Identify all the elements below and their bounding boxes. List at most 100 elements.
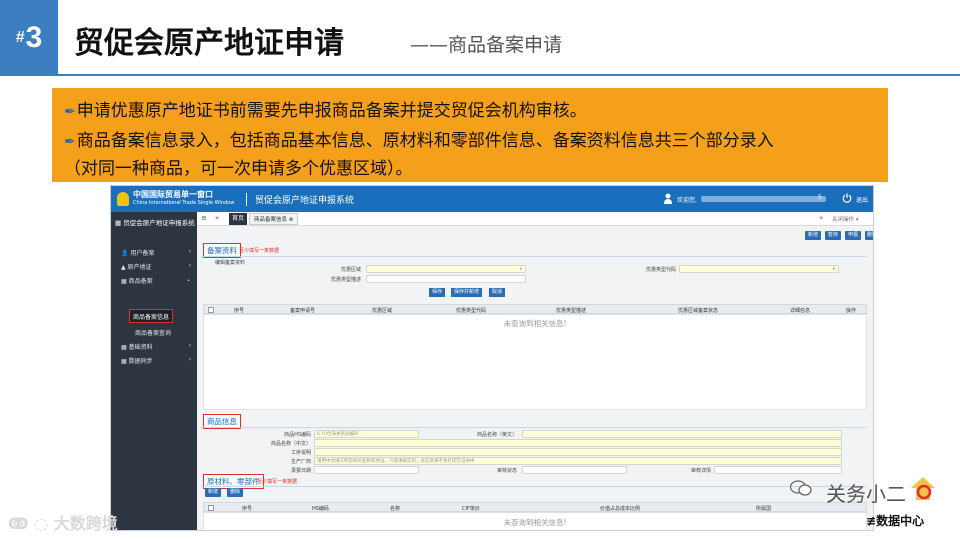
column-header: 优惠区域备案状态: [678, 308, 719, 314]
brand-logo-icon: [911, 477, 935, 500]
audit-status-field: [522, 466, 627, 474]
sidebar-item-data-sync[interactable]: ▦ 数据同步 ‹: [121, 356, 193, 365]
filing-table-body: 未查询到相关信息!: [203, 314, 867, 410]
welcome-text: 欢迎您,: [677, 197, 697, 204]
scroll-left-icon[interactable]: «: [215, 214, 219, 222]
preferential-type-code-select[interactable]: ▾: [679, 265, 839, 273]
label-audit-detail: 审核详情: [690, 468, 711, 474]
divider: [201, 256, 867, 257]
logo-subtext: China International Trade Single Window: [133, 200, 235, 206]
materials-table-body: 未查询到相关信息!: [203, 512, 867, 530]
app-topbar: 中国国际贸易单一窗口 China International Trade Sin…: [111, 186, 873, 212]
tab-goods-filing-info[interactable]: 商品备案信息 ⊗: [249, 213, 299, 225]
menu-icon[interactable]: ≡: [201, 214, 207, 222]
delete-button[interactable]: 删除: [865, 231, 873, 240]
edit-filing-subheading: 编辑备案资料: [215, 260, 246, 266]
chevron-down-icon: ▾: [832, 267, 835, 272]
declare-button[interactable]: 申报: [845, 231, 862, 240]
column-header: 备案申请号: [290, 308, 316, 314]
sidebar-header: ▦ 贸促会原产地证申报系统: [115, 219, 195, 227]
cancel-button[interactable]: 取消: [489, 288, 506, 297]
select-all-checkbox[interactable]: [208, 307, 214, 313]
preferential-area-select[interactable]: ▾: [366, 265, 526, 273]
column-header: 优惠类型描述: [556, 308, 587, 314]
wechat-icon: [790, 480, 812, 496]
chevron-left-icon: ‹: [188, 356, 191, 363]
sidebar-item-goods-filing-info[interactable]: 商品备案信息: [129, 309, 173, 323]
column-header: 价值占总成本比例: [600, 506, 641, 512]
system-title: 贸促会原产地证申报系统: [246, 193, 354, 206]
section-note: 至少填写一条数据: [257, 479, 298, 485]
save-and-new-button[interactable]: 保存并新增: [451, 288, 483, 297]
save-button[interactable]: 保存: [429, 288, 446, 297]
logo-text: 中国国际贸易单一窗口: [133, 190, 213, 199]
column-header: 详细信息: [790, 308, 811, 314]
draft-button[interactable]: 暂存: [825, 231, 842, 240]
chevron-left-icon: ‹: [188, 262, 191, 269]
label-goods-name-en: 商品名称（英文）: [476, 432, 517, 438]
label-entry-date: 录报日期: [290, 468, 311, 474]
entry-date-field: [314, 466, 419, 474]
delete-material-button[interactable]: 删除: [227, 488, 244, 497]
new-button[interactable]: 新增: [805, 231, 822, 240]
tab-home[interactable]: 首页: [229, 213, 248, 225]
sidebar-item-user-filing[interactable]: 👤 用户备案 ‹: [121, 248, 193, 257]
section-note: 至少填写一条数据: [239, 248, 280, 254]
audit-detail-field: [714, 466, 842, 474]
app-screenshot: 中国国际贸易单一窗口 China International Trade Sin…: [110, 185, 874, 531]
column-header: HS编码: [312, 506, 329, 512]
goods-name-en-input[interactable]: [522, 430, 842, 438]
column-header: 序号: [242, 506, 253, 512]
close-operations-dropdown[interactable]: 关闭操作 ▾: [832, 215, 859, 223]
callout-line-3: （对同一种商品，可一次申请多个优惠区域）。: [64, 159, 413, 179]
callout-box: ✒申请优惠原产地证书前需要先申报商品备案并提交贸促会机构审核。 ✒商品备案信息录…: [52, 88, 888, 182]
brand-name: 关务小二: [826, 482, 906, 506]
callout-line-2: ✒商品备案信息录入，包括商品基本信息、原材料和零部件信息、备案资料信息共三个部分…: [64, 131, 774, 151]
column-header: 操作: [846, 308, 857, 314]
column-header: 名称: [390, 506, 401, 512]
divider: [201, 486, 867, 487]
select-all-checkbox[interactable]: [208, 505, 214, 511]
scroll-right-icon[interactable]: »: [819, 214, 823, 222]
sidebar-item-goods-filing[interactable]: ▦ 商品备案 ⌄: [121, 276, 193, 285]
label-preferential-area: 优惠区域: [340, 267, 361, 273]
materials-table-header: 序号 HS编码 名称 CIF单价 价值占总成本比例 所属国: [203, 502, 867, 512]
watermark-logo-icon: ↂ ◌: [8, 514, 49, 533]
page-subtitle: ——商品备案申请: [410, 34, 563, 56]
hs-code-input[interactable]: 6 10位海关商品编码: [314, 430, 419, 438]
label-preferential-type-desc: 优惠类型描述: [330, 277, 361, 283]
empty-message: 未查询到相关信息!: [503, 518, 567, 527]
logout-link[interactable]: 退出: [856, 195, 868, 204]
add-material-button[interactable]: 新增: [205, 488, 222, 497]
callout-line-1: ✒申请优惠原产地证书前需要先申报商品备案并提交贸促会机构审核。: [64, 101, 587, 121]
column-header: CIF单价: [462, 506, 480, 512]
watermark: ↂ ◌ 大数跨境: [8, 514, 118, 533]
goods-name-cn-input[interactable]: [314, 439, 842, 447]
empty-message: 未查询到相关信息!: [503, 319, 567, 328]
single-window-logo-icon: [117, 192, 129, 206]
pen-icon: ✒: [64, 134, 76, 150]
preferential-type-desc-field[interactable]: [366, 275, 526, 283]
chevron-left-icon: ‹: [188, 342, 191, 349]
label-process: 工序说明: [290, 450, 311, 456]
manufacturer-input[interactable]: 请用中文填写制造商的名称和地址，只能填报实际，此信息将不会打印在证书中: [314, 457, 842, 465]
bars-icon: ≢: [866, 514, 877, 528]
label-audit-status: 审核状态: [496, 468, 517, 474]
process-input[interactable]: [314, 448, 842, 456]
label-manufacturer: 生产厂商: [290, 459, 311, 465]
chevron-left-icon: ‹: [188, 248, 191, 255]
user-icon: [664, 193, 672, 204]
page-title: 贸促会原产地证申请: [74, 26, 344, 61]
sidebar-item-goods-filing-query[interactable]: 商品备案查询: [135, 328, 171, 337]
sidebar-item-basic-data[interactable]: ▦ 基础资料 ‹: [121, 342, 193, 351]
brand-subtitle: ≢数据中心: [866, 514, 925, 528]
sidebar: ▦ 贸促会原产地证申报系统 👤 用户备案 ‹ ▲ 原产地证 ‹ ▦ 商品备案 ⌄ 商品…: [111, 212, 197, 530]
sidebar-item-origin-cert[interactable]: ▲ 原产地证 ‹: [121, 262, 193, 271]
power-icon[interactable]: [842, 193, 852, 203]
tab-bar: ≡ « 首页 商品备案信息 ⊗ » 关闭操作 ▾: [197, 212, 873, 226]
slide-number-badge: #3: [0, 0, 58, 76]
column-header: 优惠区域: [372, 308, 393, 314]
chevron-down-icon: ▾: [519, 267, 522, 272]
username-suffix: 5: [818, 194, 822, 201]
label-hs-code: 商品HS编码: [284, 432, 311, 438]
